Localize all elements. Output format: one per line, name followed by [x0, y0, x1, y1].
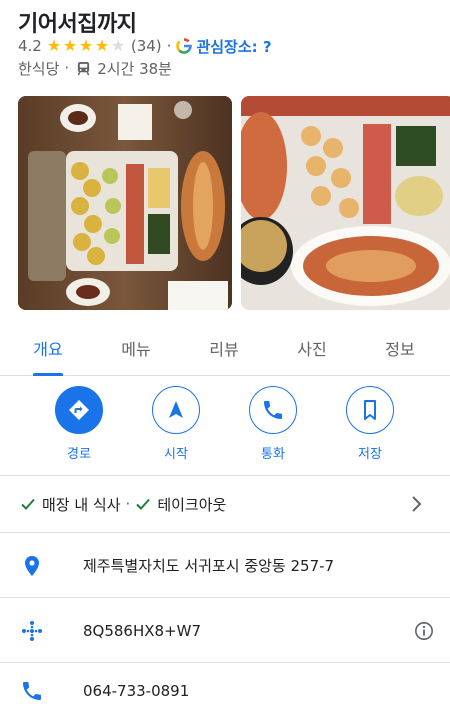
- star-icon: ★: [110, 36, 126, 55]
- star-icon: ★: [46, 36, 62, 55]
- address-row[interactable]: 제주특별자치도 서귀포시 중앙동 257-7: [0, 534, 450, 598]
- star-icon: ★: [78, 36, 94, 55]
- phone-icon: [264, 401, 282, 419]
- review-count[interactable]: (34): [131, 37, 162, 55]
- save-label: 저장: [358, 447, 382, 462]
- check-icon: [21, 498, 35, 510]
- directions-label: 경로: [67, 447, 91, 462]
- photo-carousel[interactable]: [18, 96, 450, 310]
- train-icon: [77, 61, 90, 75]
- category: 한식당: [18, 59, 60, 78]
- info-icon[interactable]: [414, 621, 434, 641]
- plus-code-icon: [22, 620, 42, 641]
- dine-in-option: 매장 내 식사: [42, 495, 121, 514]
- action-bar: 경로 시작 통화 저장: [0, 386, 450, 476]
- phone-icon: [23, 682, 41, 700]
- photo-food-1[interactable]: [18, 96, 232, 310]
- rating-row[interactable]: 4.2 ★ ★ ★ ★ ★ (34) · 관심장소: ?: [18, 36, 272, 56]
- tab-photos[interactable]: 사진: [282, 336, 342, 360]
- chevron-right-icon: [412, 496, 422, 512]
- star-icon: ★: [94, 36, 110, 55]
- service-options-row[interactable]: 매장 내 식사 · 테이크아웃: [0, 476, 450, 533]
- directions-icon: [69, 400, 89, 420]
- tab-about[interactable]: 정보: [370, 336, 430, 360]
- address-text: 제주특별자치도 서귀포시 중앙동 257-7: [83, 557, 335, 575]
- check-icon: [136, 498, 151, 510]
- plus-code-text: 8Q586HX8+W7: [83, 621, 202, 640]
- google-icon: [176, 38, 193, 54]
- rating-stars: ★ ★ ★ ★ ★: [47, 38, 127, 54]
- photo-food-2[interactable]: [241, 96, 450, 310]
- meta-row: 한식당 · 2시간 38분: [18, 59, 172, 78]
- start-button[interactable]: 시작: [146, 386, 206, 462]
- call-label: 통화: [261, 447, 285, 462]
- directions-button[interactable]: 경로: [49, 386, 109, 462]
- plus-code-row[interactable]: 8Q586HX8+W7: [0, 599, 450, 663]
- phone-text: 064-733-0891: [83, 682, 190, 700]
- tab-bar: 개요 메뉴 리뷰 사진 정보: [0, 330, 450, 376]
- star-icon: ★: [62, 36, 78, 55]
- bookmark-icon: [364, 400, 376, 420]
- navigation-arrow-icon: [169, 401, 183, 418]
- active-tab-indicator: [33, 373, 63, 376]
- takeout-option: 테이크아웃: [157, 495, 227, 514]
- tab-overview[interactable]: 개요: [18, 336, 78, 360]
- tab-reviews[interactable]: 리뷰: [194, 336, 254, 360]
- call-button[interactable]: 통화: [243, 386, 303, 462]
- transit-time: 2시간 38분: [97, 59, 172, 78]
- rating-score: 4.2: [18, 37, 42, 55]
- phone-row[interactable]: 064-733-0891: [0, 659, 450, 713]
- save-button[interactable]: 저장: [340, 386, 400, 462]
- start-label: 시작: [164, 447, 188, 462]
- tab-menu[interactable]: 메뉴: [106, 336, 166, 360]
- interest-label[interactable]: 관심장소: ?: [196, 36, 271, 57]
- location-pin-icon: [25, 555, 39, 576]
- place-name: 기어서집까지: [18, 12, 137, 37]
